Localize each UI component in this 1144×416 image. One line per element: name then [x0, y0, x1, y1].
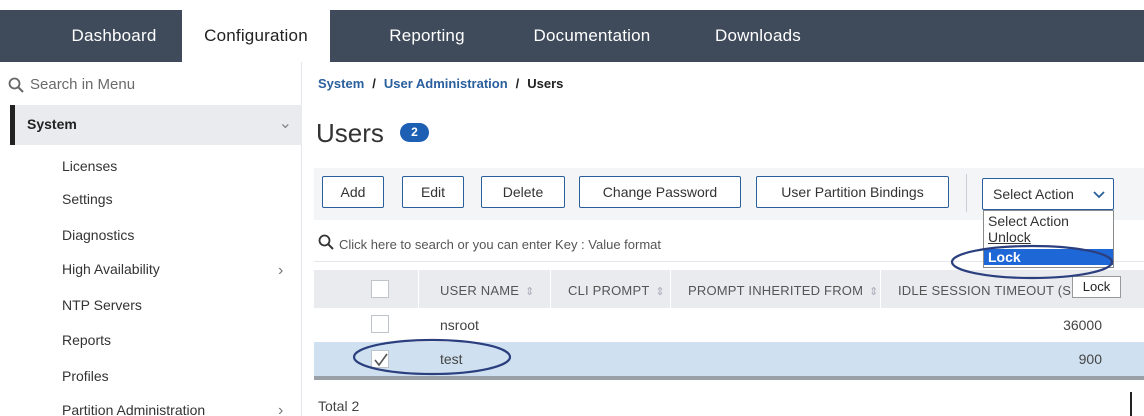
page-title: Users	[316, 118, 384, 148]
sort-icon: ⇕	[655, 286, 665, 298]
count-badge: 2	[400, 123, 429, 142]
tab-configuration[interactable]: Configuration	[182, 10, 330, 62]
sidebar-item-settings[interactable]: Settings	[62, 191, 113, 207]
breadcrumb-separator: /	[372, 76, 376, 91]
menu-search-placeholder: Search in Menu	[30, 76, 136, 93]
column-header-cli-prompt[interactable]: CLI PROMPT ⇕	[568, 283, 665, 298]
row-checkbox[interactable]	[371, 315, 389, 333]
tooltip: Lock	[1072, 276, 1121, 298]
row-checkbox[interactable]	[371, 350, 389, 368]
delete-button[interactable]: Delete	[481, 176, 565, 208]
tab-reporting[interactable]: Reporting	[370, 10, 484, 62]
sidebar-item-diagnostics[interactable]: Diagnostics	[62, 227, 134, 243]
sidebar: Search in Menu System ⌄	[0, 62, 302, 416]
add-button[interactable]: Add	[322, 176, 384, 208]
sort-icon: ⇕	[525, 286, 535, 298]
column-separator	[550, 270, 551, 308]
toolbar-divider	[966, 174, 967, 212]
cell-idle-timeout: 36000	[1063, 317, 1102, 333]
chevron-down-icon	[1093, 191, 1105, 199]
breadcrumb-separator: /	[515, 76, 520, 91]
menu-option-unlock[interactable]: Unlock	[984, 229, 1113, 245]
tab-dashboard[interactable]: Dashboard	[48, 10, 180, 62]
column-separator	[670, 270, 671, 308]
column-header-idle-session-timeout[interactable]: IDLE SESSION TIMEOUT (S	[898, 283, 1071, 298]
cell-user-name: test	[440, 351, 463, 367]
column-header-user-name[interactable]: USER NAME ⇕	[440, 283, 535, 298]
chevron-right-icon: ›	[278, 402, 284, 416]
sidebar-item-reports[interactable]: Reports	[62, 332, 111, 348]
column-header-prompt-inherited-from[interactable]: PROMPT INHERITED FROM ⇕	[688, 283, 879, 298]
checkmark-icon	[374, 353, 388, 367]
sidebar-item-ntp-servers[interactable]: NTP Servers	[62, 297, 142, 313]
table-bottom-border	[314, 376, 1144, 380]
total-count: 2	[351, 398, 360, 414]
sidebar-item-profiles[interactable]: Profiles	[62, 368, 109, 384]
tab-documentation[interactable]: Documentation	[510, 10, 674, 62]
cell-idle-timeout: 900	[1078, 351, 1102, 367]
sidebar-item-high-availability[interactable]: High Availability	[62, 261, 160, 277]
total-label: Total	[318, 398, 348, 414]
menu-option-lock[interactable]: Lock	[984, 249, 1113, 265]
column-header-label: PROMPT INHERITED FROM	[688, 283, 864, 298]
table-header: USER NAME ⇕ CLI PROMPT ⇕ PROMPT INHERITED …	[314, 270, 1144, 308]
breadcrumb-system[interactable]: System	[318, 76, 364, 91]
menu-option-select-action[interactable]: Select Action	[984, 213, 1113, 229]
edge-mark	[1130, 392, 1132, 416]
chevron-down-icon: ⌄	[278, 115, 292, 132]
column-header-label: CLI PROMPT	[568, 283, 650, 298]
search-icon	[8, 77, 24, 93]
chevron-right-icon: ›	[278, 262, 284, 279]
breadcrumb-user-administration[interactable]: User Administration	[384, 76, 508, 91]
table-row[interactable]: nsroot 36000	[314, 308, 1144, 342]
breadcrumb: System / User Administration / Users	[318, 76, 563, 91]
sidebar-section-system[interactable]: System ⌄	[10, 105, 302, 145]
select-action-label: Select Action	[993, 186, 1074, 202]
select-action-dropdown[interactable]: Select Action	[982, 178, 1114, 210]
edit-button[interactable]: Edit	[402, 176, 464, 208]
cell-user-name: nsroot	[440, 317, 479, 333]
select-action-menu: Select Action Unlock Lock	[983, 210, 1114, 268]
column-header-label: IDLE SESSION TIMEOUT (S	[898, 283, 1072, 298]
select-all-checkbox[interactable]	[371, 280, 389, 298]
column-separator	[418, 270, 419, 308]
breadcrumb-current: Users	[527, 76, 564, 91]
table-search-placeholder: Click here to search or you can enter Ke…	[339, 237, 662, 252]
search-icon	[318, 234, 334, 250]
tab-downloads[interactable]: Downloads	[696, 10, 820, 62]
change-password-button[interactable]: Change Password	[579, 176, 741, 208]
column-separator	[880, 270, 881, 308]
table-footer: Total 2	[318, 398, 359, 414]
user-partition-bindings-button[interactable]: User Partition Bindings	[756, 176, 949, 208]
table-row[interactable]: test 900	[314, 342, 1144, 376]
sidebar-section-label: System	[27, 116, 77, 132]
column-header-label: USER NAME	[440, 283, 520, 298]
sort-icon: ⇕	[869, 286, 879, 298]
sidebar-item-licenses[interactable]: Licenses	[62, 158, 117, 174]
sidebar-item-partition-administration[interactable]: Partition Administration	[62, 402, 205, 416]
menu-search-input[interactable]: Search in Menu	[8, 76, 135, 93]
